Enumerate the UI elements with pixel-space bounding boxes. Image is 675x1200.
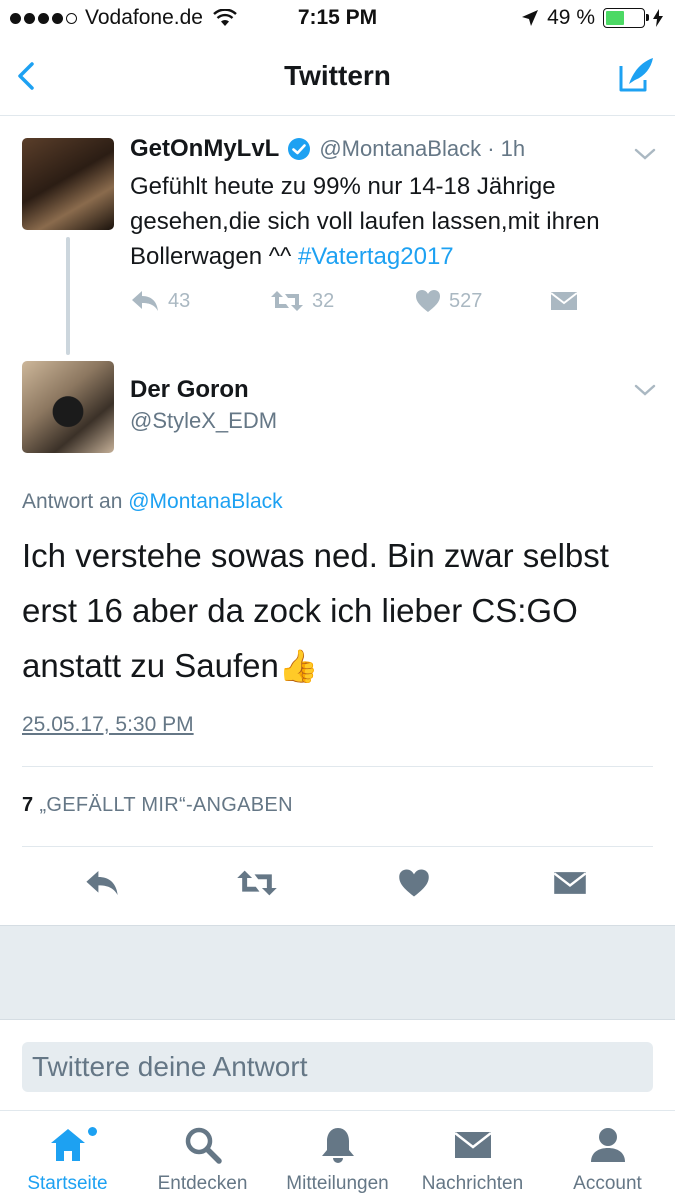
heart-icon: [416, 290, 440, 312]
battery-icon: [603, 8, 649, 28]
reply-action[interactable]: 43: [130, 289, 190, 313]
likes-count: 7: [22, 794, 34, 816]
reply-tweet-actions: [0, 860, 675, 910]
envelope-icon: [453, 1132, 492, 1158]
content-spacer: [0, 925, 675, 1020]
thumbs-up-emoji: 👍: [278, 648, 319, 684]
reply-input[interactable]: [22, 1042, 653, 1092]
compose-tweet-icon[interactable]: [615, 54, 657, 96]
reply-prefix: Antwort an: [22, 490, 129, 513]
like-count: 527: [449, 289, 483, 312]
reply-tweet-text: Ich verstehe sowas ned. Bin zwar selbst …: [22, 528, 662, 694]
location-arrow-icon: [522, 10, 539, 26]
heart-icon[interactable]: [398, 868, 430, 898]
tab-mitteilungen[interactable]: Mitteilungen: [270, 1125, 405, 1195]
parent-tweet-actions: 43 32 527: [130, 289, 590, 319]
tab-label: Startseite: [27, 1173, 108, 1194]
envelope-icon[interactable]: [553, 868, 587, 898]
avatar-getonmylvl[interactable]: [22, 138, 114, 230]
divider: [22, 846, 653, 847]
search-icon: [185, 1127, 222, 1164]
navigation-bar: Twittern: [0, 38, 675, 116]
battery-percent: 49 %: [547, 6, 595, 29]
parent-tweet-text: Gefühlt heute zu 99% nur 14-18 Jährige g…: [130, 169, 650, 274]
tab-label: Nachrichten: [421, 1173, 524, 1194]
reply-author-name[interactable]: Der Goron: [130, 376, 249, 404]
unread-dot: [88, 1127, 97, 1136]
retweet-count: 32: [312, 289, 335, 312]
author-name[interactable]: GetOnMyLvL: [130, 135, 279, 163]
envelope-icon: [550, 292, 578, 310]
reply-icon: [132, 291, 158, 311]
person-icon: [590, 1128, 625, 1162]
parent-tweet[interactable]: GetOnMyLvL @MontanaBlack · 1h Gefühlt he…: [0, 117, 675, 453]
tab-bar: Startseite Entdecken Mitteilungen Nachri…: [0, 1110, 675, 1200]
like-action[interactable]: 527: [415, 289, 482, 313]
verified-badge-icon: [288, 138, 311, 160]
tab-nachrichten[interactable]: Nachrichten: [405, 1125, 540, 1195]
reply-count: 43: [168, 289, 191, 312]
tab-startseite[interactable]: Startseite: [0, 1125, 135, 1195]
status-bar: Vodafone.de 7:15 PM 49 %: [0, 0, 675, 38]
tweet-menu-chevron-icon[interactable]: [634, 147, 656, 161]
retweet-action[interactable]: 32: [270, 289, 334, 313]
tab-label: Entdecken: [157, 1173, 248, 1194]
likes-label: „GEFÄLLT MIR“-ANGABEN: [39, 794, 293, 816]
divider: [22, 766, 653, 767]
retweet-icon: [271, 291, 303, 311]
author-handle-time: @MontanaBlack · 1h: [319, 136, 526, 161]
hashtag-link[interactable]: #Vatertag2017: [298, 243, 454, 270]
parent-tweet-header: GetOnMyLvL @MontanaBlack · 1h: [130, 135, 525, 163]
charging-bolt-icon: [653, 9, 663, 27]
avatar-der-goron[interactable]: [22, 361, 114, 453]
tab-entdecken[interactable]: Entdecken: [135, 1125, 270, 1195]
reply-author-handle[interactable]: @StyleX_EDM: [130, 408, 277, 434]
status-right: 49 %: [521, 6, 663, 30]
mention-link[interactable]: @MontanaBlack: [128, 490, 282, 513]
reply-icon[interactable]: [84, 868, 120, 898]
tab-account[interactable]: Account: [540, 1125, 675, 1195]
reply-menu-chevron-icon[interactable]: [634, 383, 656, 397]
thread-connector: [66, 237, 70, 355]
tab-label: Account: [573, 1173, 642, 1194]
dm-action[interactable]: [550, 289, 578, 313]
bell-icon: [321, 1128, 354, 1163]
retweet-icon[interactable]: [236, 868, 278, 898]
home-icon: [50, 1129, 85, 1161]
page-title: Twittern: [284, 60, 391, 91]
tab-label: Mitteilungen: [286, 1173, 389, 1194]
likes-summary[interactable]: 7 „GEFÄLLT MIR“-ANGABEN: [22, 794, 293, 817]
reply-context: Antwort an @MontanaBlack: [22, 490, 283, 514]
tweet-timestamp[interactable]: 25.05.17, 5:30 PM: [22, 713, 194, 737]
